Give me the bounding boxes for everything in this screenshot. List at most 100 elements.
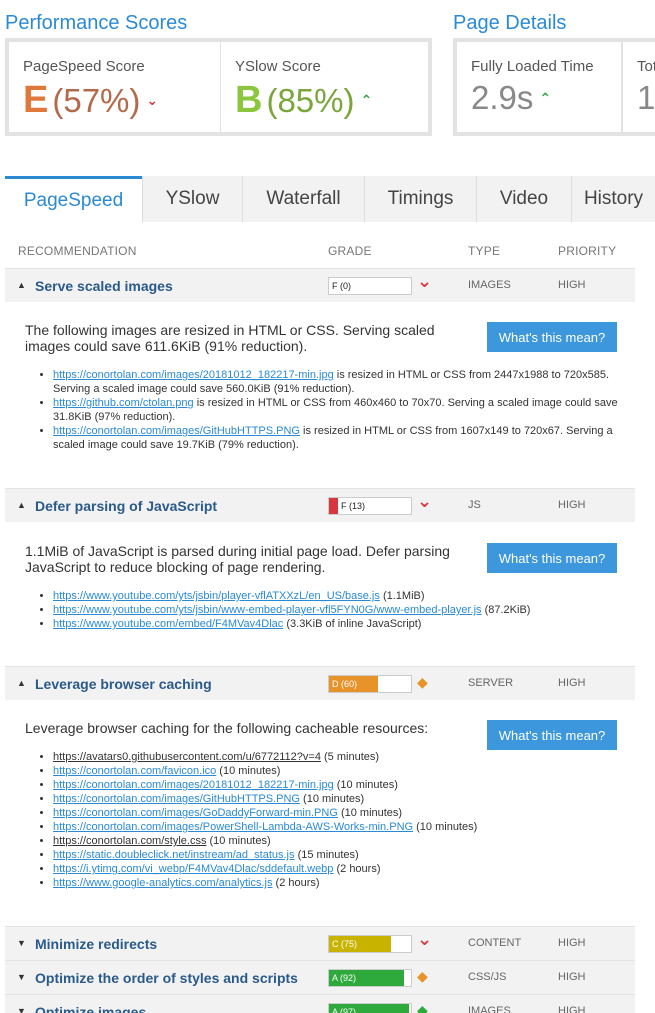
resource-link[interactable]: https://www.google-analytics.com/analyti… <box>53 877 272 889</box>
whats-this-mean-button[interactable]: What's this mean? <box>487 720 617 750</box>
recommendation-name[interactable]: Leverage browser caching <box>35 676 212 692</box>
recommendation-row[interactable]: ▲ Leverage browser caching D (60) ◆ SERVER HI… <box>5 666 635 700</box>
recommendation-description: Leverage browser caching for the followi… <box>25 720 429 736</box>
pagespeed-grade-letter: E <box>23 79 49 121</box>
list-item: https://conortolan.com/images/20181012_1… <box>53 368 625 396</box>
resource-link[interactable]: https://static.doubleclick.net/instream/… <box>53 849 295 861</box>
pagespeed-label: PageSpeed Score <box>23 58 145 75</box>
performance-title: Performance Scores <box>5 12 188 34</box>
grade-bar: A (92) <box>328 969 412 987</box>
list-item: https://conortolan.com/images/PowerShell… <box>53 820 625 834</box>
grade-text: A (92) <box>332 973 357 983</box>
tab-yslow[interactable]: YSlow <box>142 176 242 222</box>
recommendation-priority: HIGH <box>558 279 586 291</box>
grade-bar: F (0) <box>328 277 412 295</box>
recommendation-type: IMAGES <box>468 279 511 291</box>
yslow-score: YSlow Score B (85%) ⌃ <box>221 42 428 132</box>
recommendation-type: CSS/JS <box>468 971 507 983</box>
pagespeed-percent: (57%) <box>52 81 141 119</box>
expand-triangle-icon[interactable]: ▼ <box>17 938 26 948</box>
chevron-down-icon: ⌄ <box>417 271 433 291</box>
col-type: TYPE <box>468 244 501 258</box>
whats-this-mean-button[interactable]: What's this mean? <box>487 322 617 352</box>
recommendation-type: CONTENT <box>468 937 522 949</box>
resource-list: https://www.youtube.com/yts/jsbin/player… <box>53 589 625 631</box>
recommendation-name[interactable]: Minimize redirects <box>35 936 157 952</box>
recommendation-detail: Leverage browser caching for the followi… <box>25 720 625 890</box>
expand-triangle-icon[interactable]: ▼ <box>17 972 26 982</box>
recommendation-description: The following images are resized in HTML… <box>25 322 435 354</box>
recommendation-priority: HIGH <box>558 937 586 949</box>
performance-scores-card: PageSpeed Score E (57%) ⌄ YSlow Score B … <box>5 38 432 136</box>
resource-link[interactable]: https://github.com/ctolan.png <box>53 397 194 409</box>
list-item: https://conortolan.com/images/20181012_1… <box>53 778 625 792</box>
list-item: https://conortolan.com/style.css (10 min… <box>53 834 625 848</box>
recommendation-name[interactable]: Optimize images <box>35 1004 146 1013</box>
col-priority: PRIORITY <box>558 244 617 258</box>
recommendation-row[interactable]: ▲ Defer parsing of JavaScript F (13) ⌄ JS HIG… <box>5 488 635 522</box>
resource-link[interactable]: https://conortolan.com/images/PowerShell… <box>53 821 413 833</box>
tab-video[interactable]: Video <box>476 176 571 222</box>
resource-link[interactable]: https://conortolan.com/images/20181012_1… <box>53 369 334 381</box>
resource-link[interactable]: https://conortolan.com/images/GoDaddyFor… <box>53 807 338 819</box>
recommendation-priority: HIGH <box>558 499 586 511</box>
list-item: https://conortolan.com/images/GoDaddyFor… <box>53 806 625 820</box>
chevron-down-icon: ⌄ <box>146 92 159 108</box>
list-item: https://www.google-analytics.com/analyti… <box>53 876 625 890</box>
yslow-grade-letter: B <box>235 79 263 121</box>
recommendation-row[interactable]: ▼ Minimize redirects C (75) ⌄ CONTENT HIGH <box>5 926 635 960</box>
recommendation-type: SERVER <box>468 677 514 689</box>
tab-timings[interactable]: Timings <box>364 176 476 222</box>
grade-bar: A (97) <box>328 1003 412 1013</box>
diamond-icon: ◆ <box>417 674 428 690</box>
recommendation-row[interactable]: ▲ Serve scaled images F (0) ⌄ IMAGES HIGH <box>5 268 635 302</box>
list-item: https://static.doubleclick.net/instream/… <box>53 848 625 862</box>
loaded-label: Fully Loaded Time <box>471 58 594 75</box>
recommendation-priority: HIGH <box>558 971 586 983</box>
resource-list: https://conortolan.com/images/20181012_1… <box>53 368 625 452</box>
page-details-title: Page Details <box>453 12 567 34</box>
collapse-triangle-icon[interactable]: ▲ <box>17 500 26 510</box>
grade-text: F (0) <box>332 281 351 291</box>
tab-history[interactable]: History <box>571 176 655 222</box>
recommendation-name[interactable]: Defer parsing of JavaScript <box>35 498 217 514</box>
total-size: Tot 1. <box>622 42 655 132</box>
recommendation-type: IMAGES <box>468 1005 511 1013</box>
collapse-triangle-icon[interactable]: ▲ <box>17 280 26 290</box>
list-item: https://www.youtube.com/yts/jsbin/player… <box>53 589 625 603</box>
resource-link[interactable]: https://i.ytimg.com/vi_webp/F4MVav4Dlac/… <box>53 863 333 875</box>
resource-link[interactable]: https://conortolan.com/images/GitHubHTTP… <box>53 793 300 805</box>
tab-waterfall[interactable]: Waterfall <box>242 176 364 222</box>
recommendation-type: JS <box>468 499 481 511</box>
tab-pagespeed[interactable]: PageSpeed <box>5 176 142 222</box>
resource-link[interactable]: https://www.youtube.com/embed/F4MVav4Dla… <box>53 618 283 630</box>
list-item: https://github.com/ctolan.png is resized… <box>53 396 625 424</box>
whats-this-mean-button[interactable]: What's this mean? <box>487 543 617 573</box>
chevron-down-icon: ⌄ <box>417 929 433 949</box>
resource-link[interactable]: https://conortolan.com/images/GitHubHTTP… <box>53 425 300 437</box>
list-item: https://avatars0.githubusercontent.com/u… <box>53 750 625 764</box>
grade-text: A (97) <box>332 1007 357 1013</box>
resource-link[interactable]: https://www.youtube.com/yts/jsbin/www-em… <box>53 604 482 616</box>
recommendation-row[interactable]: ▼ Optimize images A (97) ◆ IMAGES HIGH <box>5 994 635 1013</box>
chevron-up-icon: ⌃ <box>360 92 373 108</box>
collapse-triangle-icon[interactable]: ▲ <box>17 678 26 688</box>
recommendation-description: 1.1MiB of JavaScript is parsed during in… <box>25 543 450 575</box>
recommendation-row[interactable]: ▼ Optimize the order of styles and script… <box>5 960 635 994</box>
resource-link[interactable]: https://conortolan.com/favicon.ico <box>53 765 216 777</box>
resource-list: https://avatars0.githubusercontent.com/u… <box>53 750 625 890</box>
recommendation-name[interactable]: Serve scaled images <box>35 278 173 294</box>
pagespeed-score: PageSpeed Score E (57%) ⌄ <box>9 42 221 132</box>
grade-text: D (60) <box>332 679 358 689</box>
grade-bar: F (13) <box>328 497 412 515</box>
list-item: https://conortolan.com/images/GitHubHTTP… <box>53 424 625 452</box>
resource-link[interactable]: https://avatars0.githubusercontent.com/u… <box>53 751 321 763</box>
fully-loaded-time: Fully Loaded Time 2.9s ⌃ <box>457 42 622 132</box>
diamond-icon: ◆ <box>417 1002 428 1013</box>
grade-bar: C (75) <box>328 935 412 953</box>
resource-link[interactable]: https://conortolan.com/style.css <box>53 835 206 847</box>
resource-link[interactable]: https://www.youtube.com/yts/jsbin/player… <box>53 590 380 602</box>
expand-triangle-icon[interactable]: ▼ <box>17 1006 26 1013</box>
resource-link[interactable]: https://conortolan.com/images/20181012_1… <box>53 779 334 791</box>
recommendation-name[interactable]: Optimize the order of styles and scripts <box>35 970 298 986</box>
